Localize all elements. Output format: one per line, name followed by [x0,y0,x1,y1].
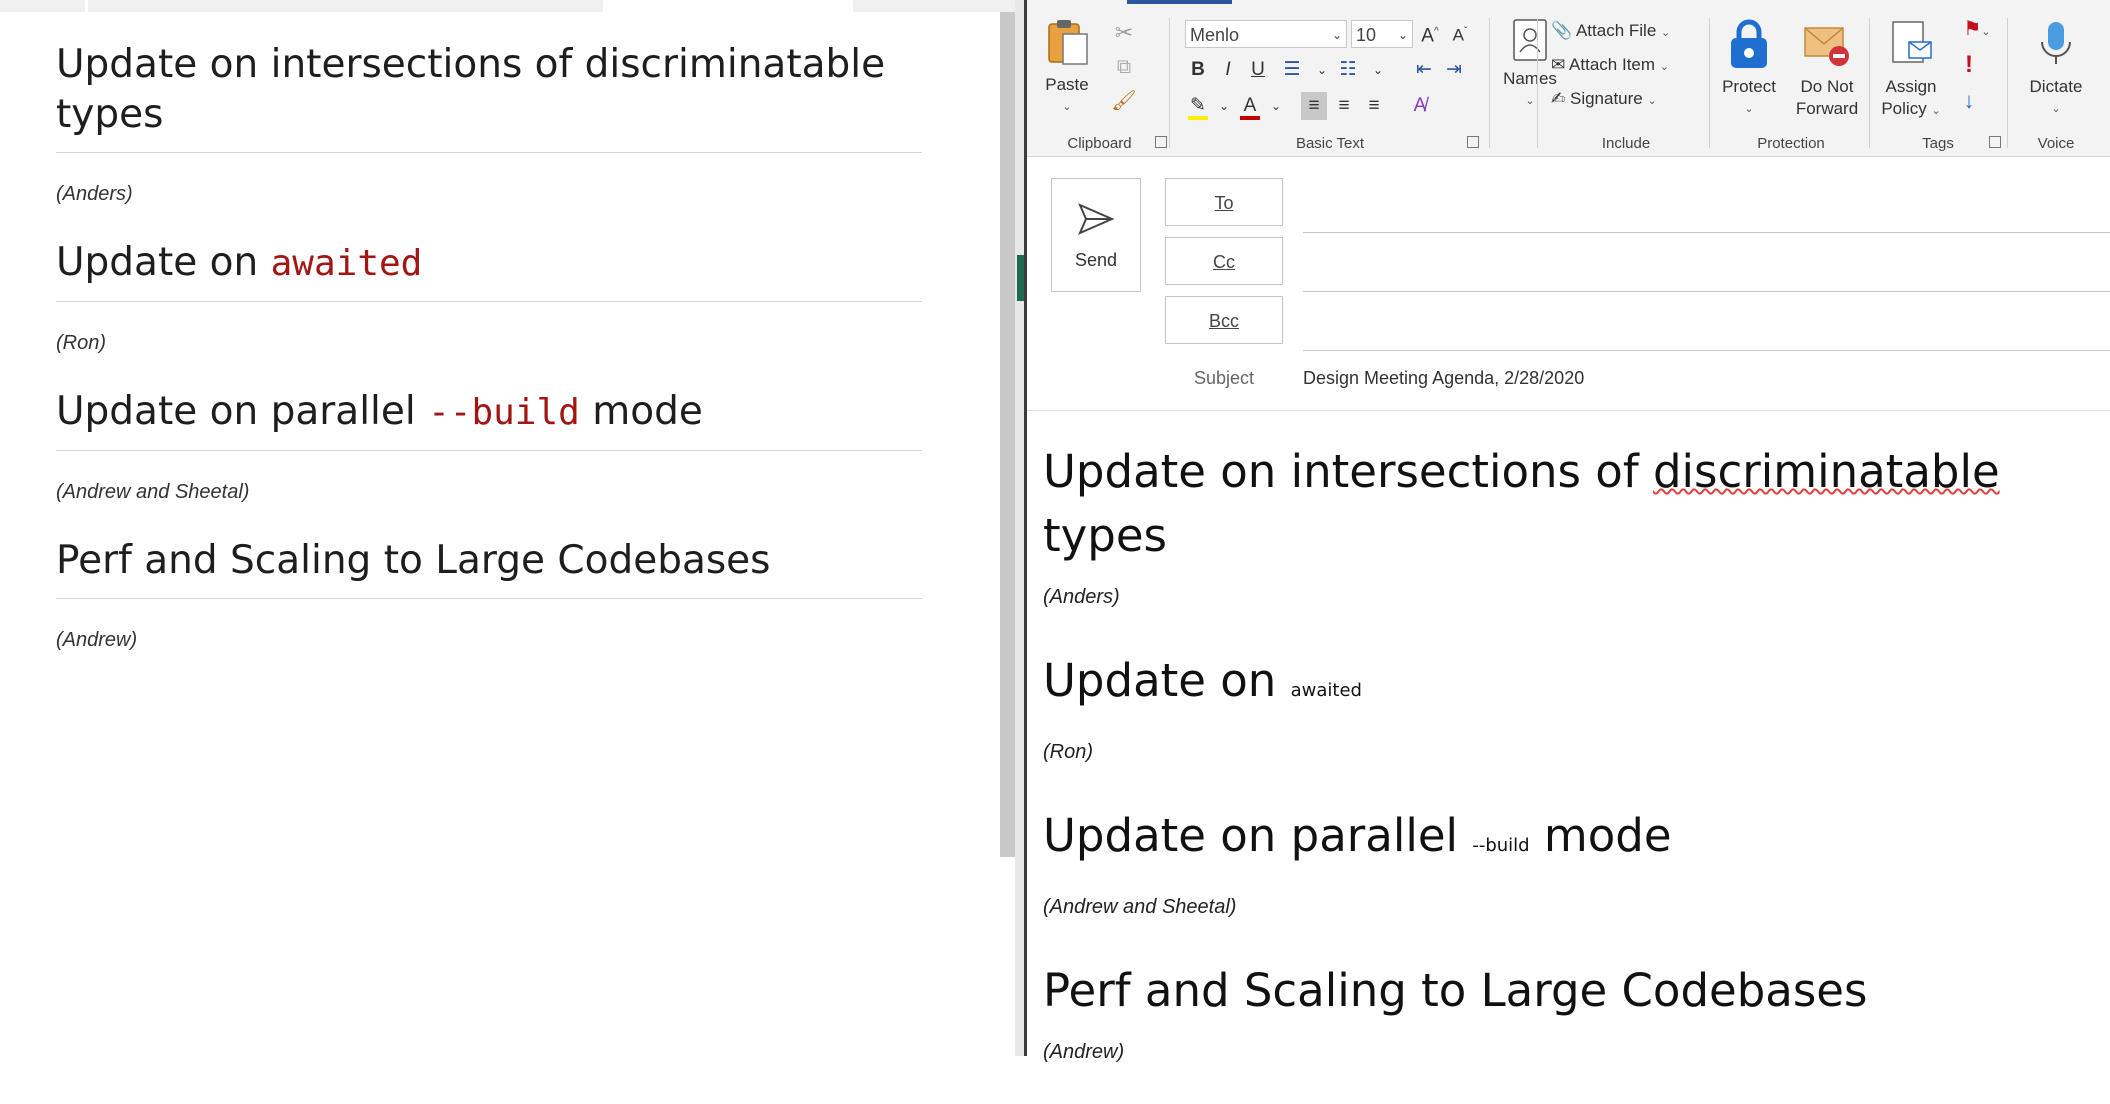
highlight-dropdown-icon[interactable]: ⌄ [1211,92,1237,120]
send-button[interactable]: Send [1051,178,1141,292]
header-divider [1027,410,2110,411]
attach-item-icon: ✉ [1551,55,1566,74]
body-byline: (Andrew) [1043,1041,1125,1063]
body-byline: (Andrew and Sheetal) [1043,896,1237,918]
tags-group: Assign Policy ⌄ ⚑⌄ ! ↓ Tags [1873,0,2003,156]
clipboard-group: Paste ⌄ ✂ ⧉ 🖌 Clipboard [1037,0,1167,156]
paperclip-icon: 📎 [1551,21,1573,40]
bcc-field[interactable] [1303,306,2110,351]
assign-policy-button[interactable]: Assign Policy ⌄ [1873,18,1949,122]
clipboard-launcher-icon[interactable] [1155,136,1167,148]
basic-text-launcher-icon[interactable] [1467,136,1479,148]
clear-formatting-icon[interactable]: A̸ [1407,92,1433,120]
follow-up-flag-icon[interactable]: ⚑⌄ [1957,18,1997,43]
to-button[interactable]: To [1165,178,1283,226]
do-not-forward-button[interactable]: Do Not Forward [1785,18,1869,120]
grow-font-icon[interactable]: A^ [1417,18,1443,46]
body-byline: (Anders) [1043,586,1120,608]
body-byline: (Ron) [1043,741,1094,763]
low-importance-icon[interactable]: ↓ [1957,90,1981,112]
inline-code: awaited [270,243,423,284]
italic-button[interactable]: I [1215,56,1241,84]
preview-scrollbar[interactable] [1000,12,1015,857]
shrink-font-icon[interactable]: Aˇ [1447,18,1473,46]
align-right-icon[interactable]: ≡ [1361,92,1387,120]
numbering-icon[interactable]: ☷ [1335,56,1361,84]
numbering-dropdown-icon[interactable]: ⌄ [1365,56,1391,84]
signature-button[interactable]: ✍ Signature ⌄ [1551,88,1657,112]
increase-indent-icon[interactable]: ⇥ [1441,56,1467,84]
to-field[interactable] [1303,188,2110,233]
format-painter-icon[interactable]: 🖌 [1109,90,1139,112]
bullets-dropdown-icon[interactable]: ⌄ [1309,56,1335,84]
paste-icon [1048,20,1088,65]
subject-field[interactable]: Design Meeting Agenda, 2/28/2020 [1303,368,1584,389]
cc-field[interactable] [1303,247,2110,292]
attach-file-button[interactable]: 📎 Attach File ⌄ [1551,20,1670,44]
include-label: Include [1601,135,1651,152]
markdown-preview-pane: Update on intersections of discriminatab… [0,0,1015,1056]
section-heading: Update on intersections of discriminatab… [56,40,922,153]
section-byline: (Andrew and Sheetal) [56,481,250,503]
bold-button[interactable]: B [1185,56,1211,84]
protect-button[interactable]: Protect ⌄ [1713,18,1785,120]
voice-group: Dictate ⌄ Voice [2011,0,2101,156]
attach-item-button[interactable]: ✉ Attach Item ⌄ [1551,54,1669,78]
font-size-select[interactable]: 10 ⌄ [1351,20,1413,48]
section-byline: (Ron) [56,332,107,354]
copy-icon[interactable]: ⧉ [1109,56,1139,78]
microphone-icon [2041,22,2071,64]
high-importance-icon[interactable]: ! [1957,53,1981,77]
decrease-indent-icon[interactable]: ⇤ [1411,56,1437,84]
underline-button[interactable]: U [1245,56,1271,84]
dictate-button[interactable]: Dictate ⌄ [2019,18,2093,120]
voice-label: Voice [2037,135,2075,152]
preview-tab-strip [0,0,1015,12]
section-heading: Update on awaited [56,238,922,302]
align-center-icon[interactable]: ≡ [1331,92,1357,120]
ribbon: Paste ⌄ ✂ ⧉ 🖌 Clipboard Menlo ⌄ 10 ⌄ A^ Aˇ… [1027,0,2110,157]
do-not-forward-icon [1804,27,1849,66]
misspelled-word[interactable]: discriminatable [1653,445,2000,498]
cut-icon[interactable]: ✂ [1109,22,1139,44]
align-left-icon[interactable]: ≡ [1301,92,1327,120]
tags-launcher-icon[interactable] [1989,136,2001,148]
send-icon [1078,203,1115,235]
tags-label: Tags [1922,135,1954,152]
paste-dropdown-icon: ⌄ [1062,101,1072,113]
outlook-compose-window: Paste ⌄ ✂ ⧉ 🖌 Clipboard Menlo ⌄ 10 ⌄ A^ Aˇ… [1027,0,2110,1063]
font-color-dropdown-icon[interactable]: ⌄ [1263,92,1289,120]
section-heading: Update on parallel --build mode [56,387,922,451]
clipboard-label: Clipboard [1067,135,1132,152]
body-heading: Perf and Scaling to Large Codebases [1043,964,1868,1017]
font-name-select[interactable]: Menlo ⌄ [1185,20,1347,48]
protection-group: Protect ⌄ Do Not Forward Protection [1713,0,1869,156]
bcc-button[interactable]: Bcc [1165,296,1283,344]
message-body[interactable]: Update on intersections of discriminatab… [1043,440,2103,1104]
body-heading: Update on intersections of discriminatab… [1043,445,2000,562]
section-byline: (Anders) [56,183,133,205]
lock-icon [1731,19,1767,68]
cc-button[interactable]: Cc [1165,237,1283,285]
section-heading: Perf and Scaling to Large Codebases [56,536,922,599]
background-window-sliver [1015,0,1027,1056]
highlight-icon[interactable]: ✎ [1185,92,1211,120]
body-heading: Update on awaited [1043,654,1362,707]
inline-code: --build [428,392,580,433]
assign-policy-icon [1892,21,1932,63]
body-heading: Update on parallel --build mode [1043,809,1672,862]
paste-button[interactable]: Paste ⌄ [1037,18,1097,118]
protection-label: Protection [1757,135,1825,152]
section-byline: (Andrew) [56,629,138,651]
include-group: 📎 Attach File ⌄ ✉ Attach Item ⌄ ✍ Signat… [1541,0,1711,156]
bullets-icon[interactable]: ☰ [1279,56,1305,84]
preview-content: Update on intersections of discriminatab… [56,40,922,684]
basic-text-group: Menlo ⌄ 10 ⌄ A^ Aˇ B I U ☰ ⌄ ☷ ⌄ ⇤ ⇥ ✎ ⌄ A… [1175,0,1485,156]
basic-text-label: Basic Text [1295,135,1365,152]
signature-icon: ✍ [1551,89,1566,108]
subject-label: Subject [1193,368,1255,388]
inline-code: --build [1472,835,1530,856]
inline-code: awaited [1290,680,1362,701]
font-color-icon[interactable]: A [1237,92,1263,120]
